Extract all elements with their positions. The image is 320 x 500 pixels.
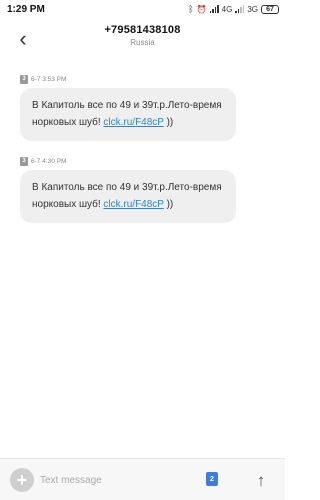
sim-badge: 3 xyxy=(20,156,28,166)
status-icons: ᛒ ⏰ 4G 3G 67 xyxy=(188,4,279,14)
message-timestamp: 6-7 3:53 PM xyxy=(31,75,67,83)
plus-icon: + xyxy=(16,470,28,490)
network-type-2: 3G xyxy=(247,4,258,14)
message-bubble[interactable]: В Капитоль все по 49 и 39т.р.Лето-время … xyxy=(20,88,236,141)
sim-badge: 3 xyxy=(20,74,28,84)
message-suffix: )) xyxy=(163,199,174,210)
message-suffix: )) xyxy=(163,117,174,128)
sim-slot-label: 2 xyxy=(210,475,214,483)
status-bar: 1:29 PM ᛒ ⏰ 4G 3G 67 xyxy=(0,0,285,18)
battery-icon: 67 xyxy=(261,4,279,14)
network-type-1: 4G xyxy=(221,4,233,14)
sim-select-button[interactable]: 2 xyxy=(206,472,218,486)
add-attachment-button[interactable]: + xyxy=(10,468,34,492)
message-link[interactable]: clck.ru/F48cP xyxy=(103,117,163,128)
status-time: 1:29 PM xyxy=(7,3,45,15)
send-arrow-icon: ↑ xyxy=(256,470,266,490)
composer-bar: + 2 ↑ xyxy=(0,458,285,500)
message-timestamp: 6-7 4:30 PM xyxy=(31,157,67,165)
contact-info[interactable]: +79581438108 Russia xyxy=(0,24,285,47)
conversation-header: ‹ +79581438108 Russia xyxy=(0,18,285,60)
message-link[interactable]: clck.ru/F48cP xyxy=(103,199,163,210)
signal-1-icon xyxy=(209,5,219,13)
battery-level: 67 xyxy=(266,5,274,13)
message-bubble[interactable]: В Капитоль все по 49 и 39т.р.Лето-время … xyxy=(20,170,236,223)
alarm-icon: ⏰ xyxy=(196,4,207,14)
message-item: 3 6-7 3:53 PM В Капитоль все по 49 и 39т… xyxy=(20,74,236,141)
signal-2-icon xyxy=(235,5,245,13)
send-button[interactable]: ↑ xyxy=(250,469,272,491)
message-input[interactable] xyxy=(40,472,190,488)
bluetooth-icon: ᛒ xyxy=(188,4,194,14)
message-item: 3 6-7 4:30 PM В Капитоль все по 49 и 39т… xyxy=(20,156,236,223)
message-meta: 3 6-7 4:30 PM xyxy=(20,156,236,166)
contact-country: Russia xyxy=(130,38,155,47)
contact-number: +79581438108 xyxy=(104,24,181,36)
message-meta: 3 6-7 3:53 PM xyxy=(20,74,236,84)
